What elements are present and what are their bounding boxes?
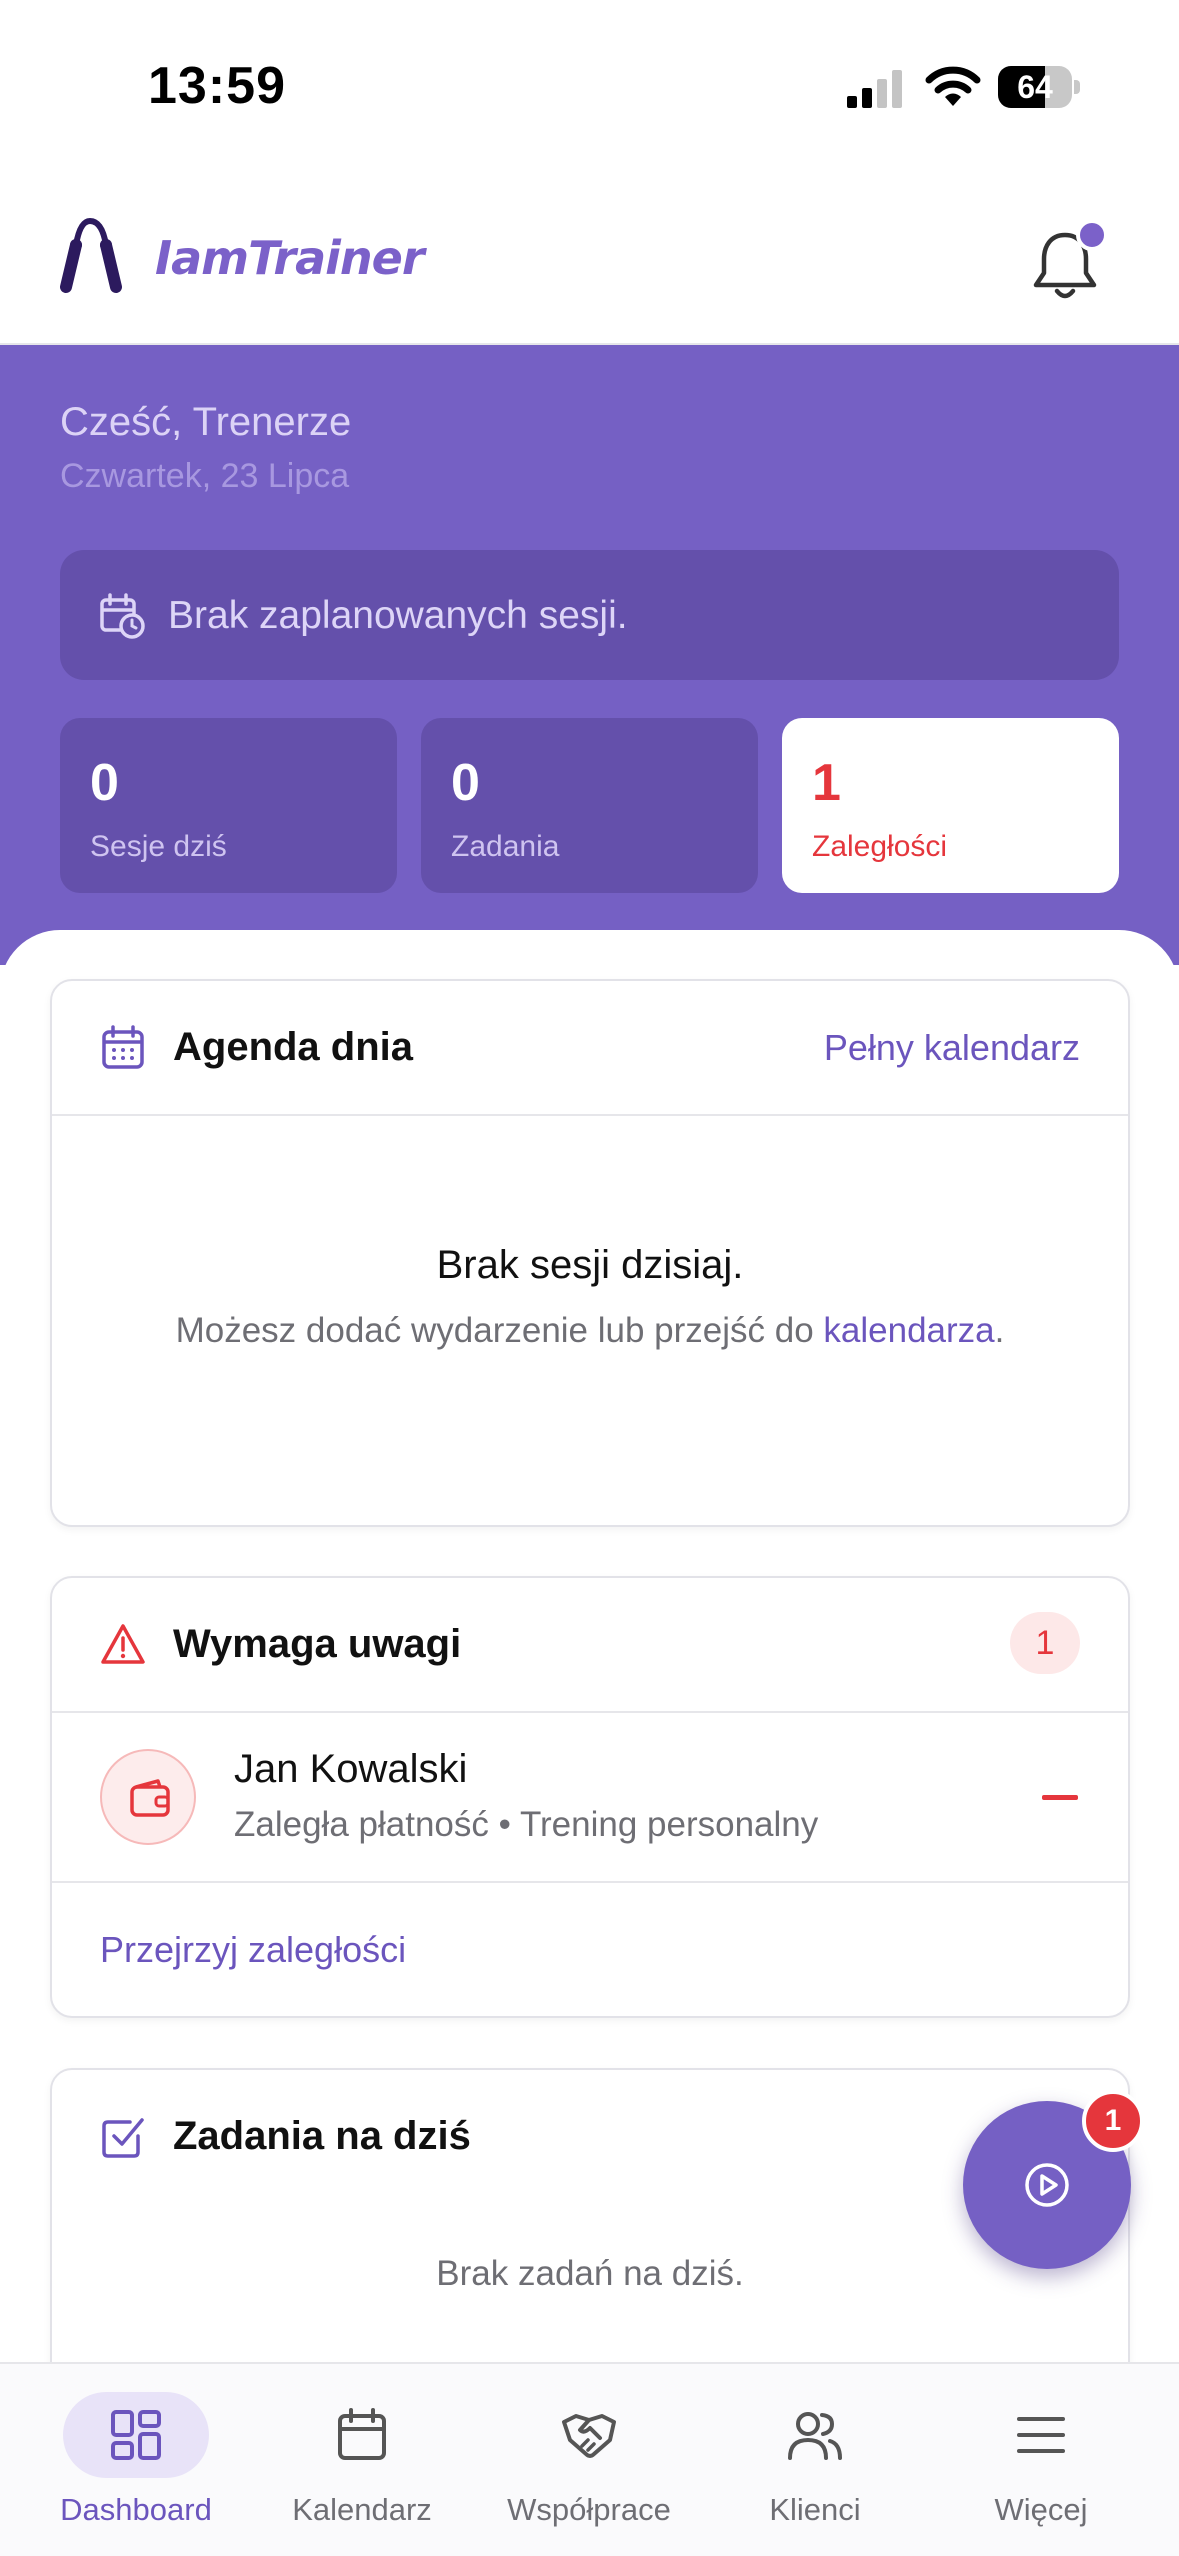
notification-dot — [1076, 219, 1108, 251]
greeting: Cześć, Trenerze — [60, 400, 352, 444]
cellular-signal-icon — [847, 70, 902, 108]
nav-clients[interactable]: Klienci — [702, 2364, 928, 2556]
battery-indicator: 64 — [998, 66, 1080, 108]
attention-detail: Zaległa płatność • Trening personalny — [234, 1805, 819, 1844]
agenda-header: Agenda dnia Pełny kalendarz — [52, 981, 1128, 1116]
current-date: Czwartek, 23 Lipca — [60, 457, 350, 495]
calendar-icon — [338, 2408, 386, 2460]
no-sessions-text: Brak zaplanowanych sesji. — [168, 594, 628, 637]
full-calendar-link[interactable]: Pełny kalendarz — [824, 1027, 1080, 1069]
review-overdue-link[interactable]: Przejrzyj zaległości — [100, 1929, 406, 1971]
app-name: IamTrainer — [155, 231, 425, 285]
stat-value: 1 — [812, 754, 841, 812]
play-circle-icon — [1025, 2163, 1069, 2207]
attention-item[interactable]: Jan Kowalski Zaległa płatność • Trening … — [52, 1713, 1128, 1883]
agenda-empty-description: Możesz dodać wydarzenie lub przejść do k… — [52, 1311, 1128, 1351]
stat-label: Sesje dziś — [90, 830, 227, 863]
handshake-icon — [562, 2414, 616, 2458]
stat-overdue[interactable]: 1 Zaległości — [782, 718, 1119, 893]
fab-badge: 1 — [1082, 2090, 1144, 2152]
nav-label: Kalendarz — [292, 2492, 432, 2527]
stat-label: Zaległości — [812, 830, 948, 863]
stat-value: 0 — [451, 754, 480, 812]
stat-tasks[interactable]: 0 Zadania — [421, 718, 758, 893]
nav-label: Klienci — [769, 2492, 861, 2527]
agenda-empty-suffix: . — [994, 1311, 1005, 1350]
hero-section: Cześć, Trenerze Czwartek, 23 Lipca Brak … — [0, 345, 1179, 965]
calendar-icon — [102, 1025, 144, 1069]
attention-count-badge: 1 — [1010, 1612, 1080, 1674]
bottom-navigation: Dashboard Kalendarz Współprace Klienci W… — [0, 2362, 1179, 2556]
attention-footer: Przejrzyj zaległości — [52, 1883, 1128, 2013]
agenda-empty-title: Brak sesji dzisiaj. — [436, 1243, 744, 1287]
attention-card: Wymaga uwagi 1 Jan Kowalski Zaległa płat… — [50, 1576, 1130, 2018]
minus-icon — [1042, 1795, 1078, 1800]
nav-collaborations[interactable]: Współprace — [476, 2364, 702, 2556]
nav-more[interactable]: Więcej — [928, 2364, 1154, 2556]
nav-label: Współprace — [507, 2492, 671, 2527]
stat-label: Zadania — [451, 830, 560, 863]
calendar-link[interactable]: kalendarza — [823, 1311, 994, 1350]
nav-dashboard[interactable]: Dashboard — [23, 2364, 249, 2556]
agenda-card: Agenda dnia Pełny kalendarz Brak sesji d… — [50, 979, 1130, 1527]
scheduled-sessions-banner[interactable]: Brak zaplanowanych sesji. — [60, 550, 1119, 680]
stat-value: 0 — [90, 754, 119, 812]
agenda-empty-prefix: Możesz dodać wydarzenie lub przejść do — [175, 1311, 824, 1350]
dashboard-icon — [111, 2410, 161, 2460]
client-name: Jan Kowalski — [234, 1747, 468, 1791]
menu-icon — [1017, 2417, 1065, 2453]
app-header: IamTrainer — [0, 175, 1179, 345]
nav-label: Dashboard — [60, 2492, 212, 2527]
wifi-icon — [925, 66, 981, 106]
tasks-title: Zadania na dziś — [173, 2114, 471, 2158]
checkbox-icon — [102, 2118, 144, 2158]
warning-triangle-icon — [101, 1624, 145, 1664]
status-time: 13:59 — [148, 57, 286, 115]
agenda-title: Agenda dnia — [173, 1025, 414, 1069]
tasks-empty-text: Brak zadań na dziś. — [436, 2254, 744, 2293]
attention-header: Wymaga uwagi 1 — [52, 1578, 1128, 1713]
hand-gripper-icon — [60, 217, 122, 293]
status-bar: 13:59 64 — [0, 0, 1179, 175]
wallet-icon — [100, 1749, 196, 1845]
nav-calendar[interactable]: Kalendarz — [249, 2364, 475, 2556]
nav-label: Więcej — [994, 2492, 1088, 2527]
calendar-clock-icon — [100, 593, 145, 639]
attention-title: Wymaga uwagi — [173, 1622, 462, 1666]
battery-percent: 64 — [1017, 69, 1053, 105]
stat-sessions-today[interactable]: 0 Sesje dziś — [60, 718, 397, 893]
users-icon — [788, 2412, 842, 2460]
